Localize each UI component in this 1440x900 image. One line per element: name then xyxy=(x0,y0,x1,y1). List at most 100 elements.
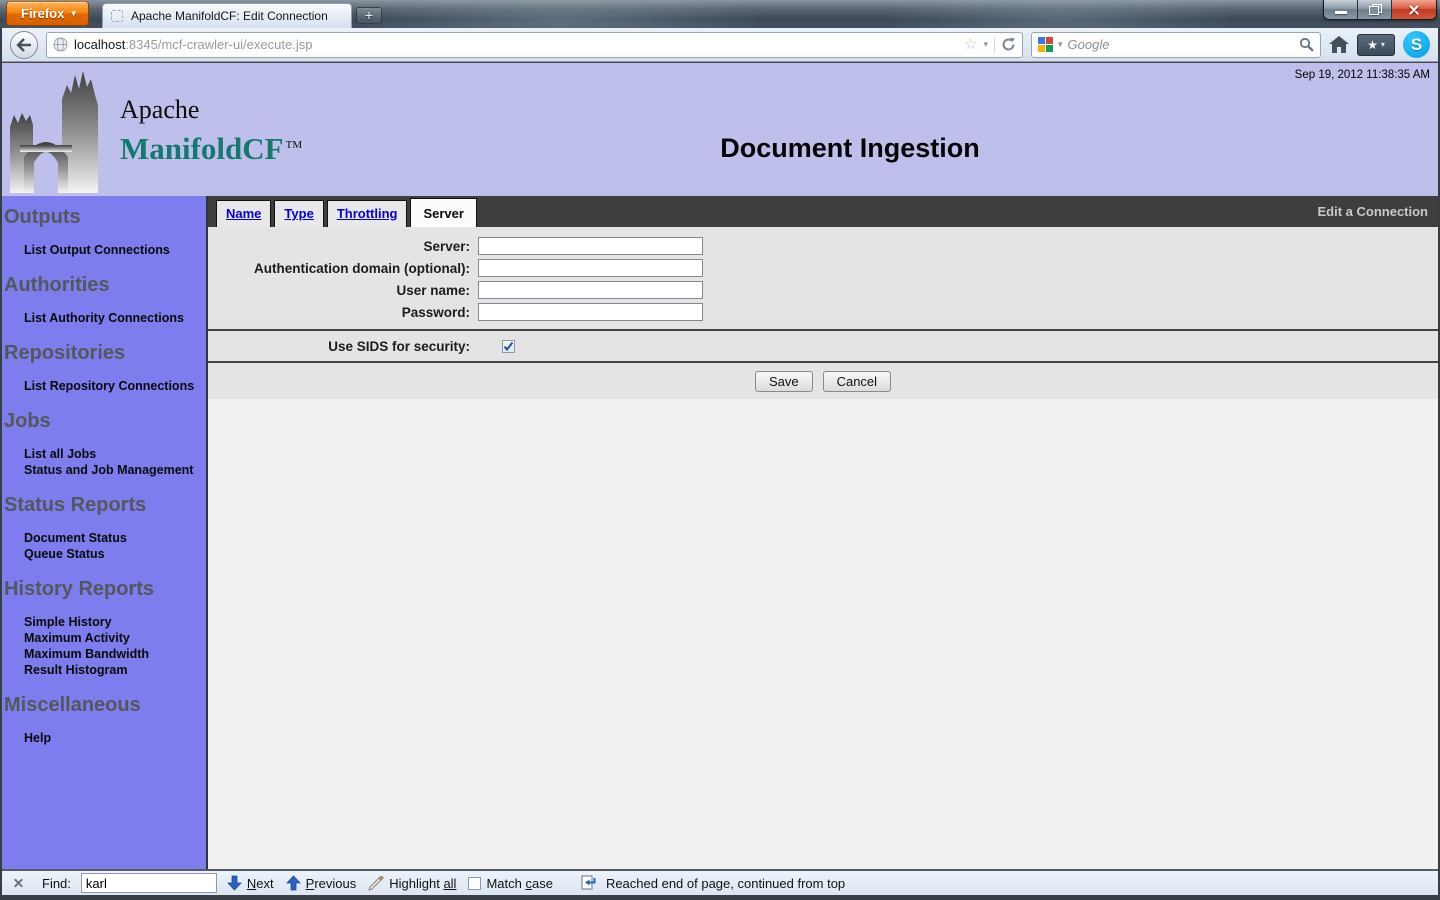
manifoldcf-logo: Apache ManifoldCFTM xyxy=(6,65,302,195)
sidebar-item-list-output-connections[interactable]: List Output Connections xyxy=(2,242,206,258)
connection-tab-bar: Name Type Throttling Server Edit a Conne… xyxy=(208,196,1438,227)
sidebar-header-jobs: Jobs xyxy=(4,410,206,432)
form-row-password: Password: xyxy=(208,301,1438,323)
tab-name[interactable]: Name xyxy=(216,200,271,227)
sids-checkbox[interactable] xyxy=(502,340,515,353)
form-row-auth-domain: Authentication domain (optional): xyxy=(208,257,1438,279)
reload-icon[interactable] xyxy=(1001,37,1016,52)
back-arrow-icon xyxy=(16,38,32,52)
chevron-down-icon: ▾ xyxy=(71,8,76,19)
firefox-menu-button[interactable]: Firefox ▾ xyxy=(6,1,89,26)
url-text: localhost:8345/mcf-crawler-ui/execute.js… xyxy=(74,37,958,52)
sidebar-section-miscellaneous: Miscellaneous Help xyxy=(2,694,206,746)
star-icon: ★ xyxy=(1367,39,1378,51)
sidebar-item-status-and-job-management[interactable]: Status and Job Management xyxy=(2,462,206,478)
search-engine-dropdown-icon[interactable]: ▾ xyxy=(1058,39,1063,50)
sidebar-header-outputs: Outputs xyxy=(4,206,206,228)
sidebar-section-outputs: Outputs List Output Connections xyxy=(2,206,206,258)
close-button[interactable] xyxy=(1392,0,1436,19)
minimize-icon xyxy=(1335,11,1347,14)
globe-icon xyxy=(53,37,68,52)
find-wrap-status: Reached end of page, continued from top xyxy=(581,875,845,891)
new-tab-button[interactable]: + xyxy=(356,7,382,24)
sidebar: Outputs List Output Connections Authorit… xyxy=(2,196,208,869)
minimize-button[interactable] xyxy=(1324,0,1358,19)
tab-title: Apache ManifoldCF: Edit Connection xyxy=(131,9,328,23)
tab-server[interactable]: Server xyxy=(410,198,476,227)
highlight-all-button[interactable]: Highlight all xyxy=(368,876,456,891)
find-next-button[interactable]: Next xyxy=(227,875,274,891)
tab-throttling[interactable]: Throttling xyxy=(327,200,408,227)
window-bottom-border xyxy=(0,895,1440,900)
close-icon xyxy=(1407,3,1421,17)
skype-icon[interactable]: S xyxy=(1403,31,1430,58)
sidebar-header-repositories: Repositories xyxy=(4,342,206,364)
search-input[interactable] xyxy=(1068,37,1294,52)
sidebar-section-repositories: Repositories List Repository Connections xyxy=(2,342,206,394)
restore-button[interactable] xyxy=(1358,0,1392,19)
auth-domain-field[interactable] xyxy=(478,259,703,277)
form-row-sids: Use SIDS for security: xyxy=(208,331,1438,361)
edit-connection-label: Edit a Connection xyxy=(1318,204,1439,219)
find-previous-button[interactable]: Previous xyxy=(286,875,357,891)
sidebar-header-history-reports: History Reports xyxy=(4,578,206,600)
sidebar-item-list-repository-connections[interactable]: List Repository Connections xyxy=(2,378,206,394)
window-controls xyxy=(1323,0,1437,20)
firefox-menu-label: Firefox xyxy=(21,6,64,21)
sidebar-item-maximum-bandwidth[interactable]: Maximum Bandwidth xyxy=(2,646,206,662)
password-field[interactable] xyxy=(478,303,703,321)
tab-type[interactable]: Type xyxy=(274,200,323,227)
find-previous-label: Previous xyxy=(306,876,357,891)
sidebar-item-simple-history[interactable]: Simple History xyxy=(2,614,206,630)
browser-tab[interactable]: Apache ManifoldCF: Edit Connection xyxy=(102,3,352,28)
url-host: localhost xyxy=(74,37,125,52)
sids-label: Use SIDS for security: xyxy=(208,339,470,354)
sidebar-item-list-authority-connections[interactable]: List Authority Connections xyxy=(2,310,206,326)
google-icon xyxy=(1038,37,1053,52)
sidebar-item-help[interactable]: Help xyxy=(2,730,206,746)
match-case-checkbox[interactable] xyxy=(468,877,481,890)
title-bar: Firefox ▾ Apache ManifoldCF: Edit Connec… xyxy=(0,0,1440,28)
sidebar-item-result-histogram[interactable]: Result Histogram xyxy=(2,662,206,678)
auth-domain-label: Authentication domain (optional): xyxy=(208,261,470,276)
find-status-message: Reached end of page, continued from top xyxy=(606,876,845,891)
cancel-button[interactable]: Cancel xyxy=(823,371,891,392)
search-box[interactable]: ▾ xyxy=(1031,32,1321,58)
sidebar-item-list-all-jobs[interactable]: List all Jobs xyxy=(2,446,206,462)
server-field[interactable] xyxy=(478,237,703,255)
find-label: Find: xyxy=(42,876,71,891)
save-button[interactable]: Save xyxy=(755,371,813,392)
sidebar-item-queue-status[interactable]: Queue Status xyxy=(2,546,206,562)
match-case-toggle[interactable]: Match case xyxy=(468,876,552,891)
page-title: Document Ingestion xyxy=(262,133,1438,164)
chevron-down-icon: ▾ xyxy=(1381,40,1385,49)
browser-window: Firefox ▾ Apache ManifoldCF: Edit Connec… xyxy=(0,0,1440,900)
sidebar-header-miscellaneous: Miscellaneous xyxy=(4,694,206,716)
find-input[interactable] xyxy=(81,873,217,893)
sidebar-section-history-reports: History Reports Simple History Maximum A… xyxy=(2,578,206,678)
arrow-down-icon xyxy=(227,875,242,891)
favicon-placeholder-icon xyxy=(111,10,123,22)
find-close-button[interactable] xyxy=(12,876,26,890)
url-dropdown-icon[interactable]: ▾ xyxy=(983,39,988,50)
form-row-user-name: User name: xyxy=(208,279,1438,301)
main-content: Name Type Throttling Server Edit a Conne… xyxy=(208,196,1438,869)
bridge-logo-icon xyxy=(6,65,110,193)
find-next-label: Next xyxy=(247,876,274,891)
search-icon[interactable] xyxy=(1299,37,1314,52)
url-bar[interactable]: localhost:8345/mcf-crawler-ui/execute.js… xyxy=(46,32,1023,58)
arrow-up-icon xyxy=(286,875,301,891)
sidebar-item-maximum-activity[interactable]: Maximum Activity xyxy=(2,630,206,646)
sidebar-section-authorities: Authorities List Authority Connections xyxy=(2,274,206,326)
user-name-field[interactable] xyxy=(478,281,703,299)
sidebar-item-document-status[interactable]: Document Status xyxy=(2,530,206,546)
sidebar-header-authorities: Authorities xyxy=(4,274,206,296)
back-button[interactable] xyxy=(10,31,38,59)
highlight-all-label: Highlight all xyxy=(389,876,456,891)
bookmarks-button[interactable]: ★ ▾ xyxy=(1357,34,1395,56)
page-body: Outputs List Output Connections Authorit… xyxy=(2,196,1438,869)
home-button[interactable] xyxy=(1329,36,1349,53)
find-bar: Find: Next Previous Highlight all Match … xyxy=(2,869,1438,895)
field-rows: Server: Authentication domain (optional)… xyxy=(208,227,1438,329)
bookmark-star-icon[interactable]: ☆ xyxy=(964,37,977,52)
